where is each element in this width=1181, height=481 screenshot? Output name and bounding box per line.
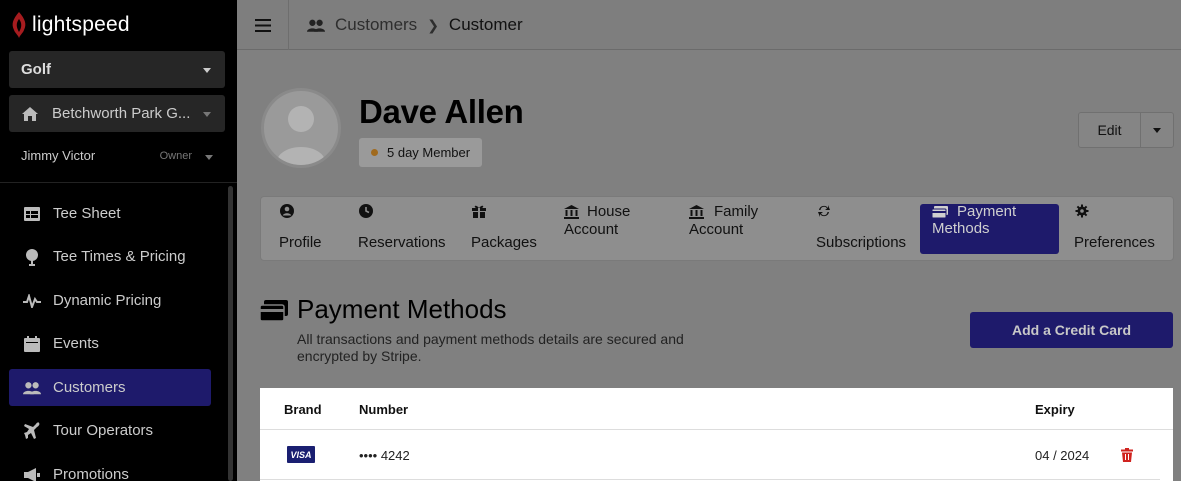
tab-profile[interactable]: Profile (279, 204, 359, 254)
sidebar-item-tour-operators[interactable]: Tour Operators (9, 412, 211, 449)
tab-label-line2: Reservations (358, 234, 446, 251)
sidebar-divider (0, 182, 237, 183)
credit-card-icon (932, 205, 948, 218)
tab-reservations[interactable]: Reservations (358, 204, 458, 254)
bank-icon (564, 204, 579, 219)
column-header-expiry: Expiry (1035, 402, 1075, 417)
user-circle-icon (280, 204, 294, 218)
column-header-brand: Brand (284, 402, 322, 417)
tab-subscriptions[interactable]: Subscriptions (816, 204, 916, 254)
card-brand: VISA (290, 449, 312, 460)
golf-ball-icon (23, 248, 41, 266)
tab-label-line1: Payment (957, 203, 1017, 220)
tab-label-line2: Subscriptions (816, 234, 907, 251)
flame-icon (12, 12, 26, 38)
membership-badge-label: 5 day Member (387, 145, 471, 160)
top-header: Customers ❯ Customer (237, 0, 1181, 50)
pulse-icon (23, 292, 41, 310)
tab-label-line2: Account (564, 220, 619, 238)
menu-toggle-button[interactable] (237, 0, 289, 50)
tab-packages[interactable]: Packages (471, 204, 556, 254)
course-select[interactable]: Betchworth Park G... (9, 95, 225, 132)
table-row: VISA •••• 4242 04 / 2024 (260, 431, 1160, 480)
sidebar-item-label: Tour Operators (53, 422, 154, 439)
users-icon (23, 379, 41, 397)
caret-down-icon (203, 67, 211, 73)
sidebar-item-label: Tee Times & Pricing (53, 248, 186, 265)
tab-label-line2: Methods (932, 219, 990, 237)
sidebar-item-label: Tee Sheet (53, 205, 121, 222)
credit-card-icon (260, 300, 288, 322)
breadcrumb: Customers ❯ Customer (307, 14, 523, 36)
sidebar-item-events[interactable]: Events (9, 325, 211, 362)
add-credit-card-button[interactable]: Add a Credit Card (970, 312, 1173, 348)
user-name: Jimmy Victor (21, 148, 96, 163)
tab-house-account[interactable]: House Account (564, 204, 669, 254)
sidebar-item-label: Customers (53, 379, 126, 396)
chevron-right-icon: ❯ (427, 16, 439, 33)
avatar (261, 88, 341, 168)
users-icon (307, 19, 325, 32)
edit-dropdown-toggle[interactable] (1141, 113, 1173, 147)
organization-select-value: Golf (21, 61, 51, 78)
sidebar-item-dynamic-pricing[interactable]: Dynamic Pricing (9, 282, 211, 319)
sidebar-scrollbar[interactable] (228, 186, 233, 481)
tab-label-line2: Preferences (1074, 234, 1155, 251)
status-dot-icon (371, 149, 378, 156)
tab-payment-methods[interactable]: Payment Methods (920, 204, 1059, 254)
gift-icon (472, 205, 486, 218)
plane-icon (23, 421, 41, 440)
tab-label-line2: Packages (471, 234, 537, 251)
tab-label-line2: Account (689, 220, 744, 238)
user-role: Owner (159, 150, 192, 162)
edit-button[interactable]: Edit (1079, 113, 1141, 147)
breadcrumb-customers-link[interactable]: Customers (335, 15, 417, 35)
customer-name: Dave Allen (359, 93, 524, 130)
caret-down-icon (1153, 127, 1161, 133)
home-icon (22, 106, 38, 121)
megaphone-icon (23, 466, 41, 481)
payment-methods-table: Brand Number Expiry VISA •••• 4242 04 / … (260, 388, 1173, 481)
user-menu[interactable]: Jimmy Victor Owner (21, 148, 217, 166)
lightspeed-logo[interactable]: lightspeed (10, 10, 130, 40)
bank-icon (689, 204, 704, 219)
user-silhouette-icon (276, 106, 326, 165)
edit-button-group: Edit (1078, 112, 1174, 148)
section-title: Payment Methods (297, 294, 507, 324)
tab-label-line1: Family (714, 203, 759, 220)
card-number: •••• 4242 (359, 448, 410, 463)
delete-card-button[interactable] (1121, 448, 1133, 462)
sidebar-item-label: Events (53, 335, 99, 352)
sidebar-item-tee-times-pricing[interactable]: Tee Times & Pricing (9, 238, 211, 275)
table-icon (23, 205, 41, 223)
breadcrumb-current: Customer (448, 15, 523, 34)
visa-icon: VISA (287, 446, 315, 463)
sidebar-item-label: Dynamic Pricing (53, 292, 162, 309)
sidebar-item-label: Promotions (53, 466, 129, 481)
sidebar-item-tee-sheet[interactable]: Tee Sheet (9, 195, 211, 232)
clock-icon (359, 204, 373, 218)
caret-down-icon (203, 111, 211, 117)
gear-icon (1075, 204, 1089, 218)
sidebar: lightspeed Golf Betchworth Park G... Jim… (0, 0, 237, 481)
organization-select[interactable]: Golf (9, 51, 225, 88)
sidebar-item-customers[interactable]: Customers (9, 369, 211, 406)
section-description: All transactions and payment methods det… (297, 331, 684, 364)
card-expiry: 04 / 2024 (1035, 448, 1090, 463)
table-header: Brand Number Expiry (260, 388, 1173, 430)
tab-label-line1: House (587, 203, 631, 220)
caret-down-icon (205, 155, 213, 160)
tab-preferences[interactable]: Preferences (1074, 204, 1169, 254)
logo-text: lightspeed (32, 13, 130, 36)
sync-icon (818, 205, 830, 217)
tab-label-line2: Profile (279, 234, 322, 251)
calendar-icon (23, 335, 41, 353)
tab-family-account[interactable]: Family Account (689, 204, 799, 254)
customer-tabs: Profile Reservations Packages House Acco… (260, 196, 1174, 261)
column-header-number: Number (359, 402, 409, 417)
hamburger-icon (254, 18, 271, 32)
course-select-value: Betchworth Park G... (52, 105, 191, 122)
membership-badge: 5 day Member (359, 138, 483, 167)
sidebar-item-promotions[interactable]: Promotions (9, 456, 211, 481)
